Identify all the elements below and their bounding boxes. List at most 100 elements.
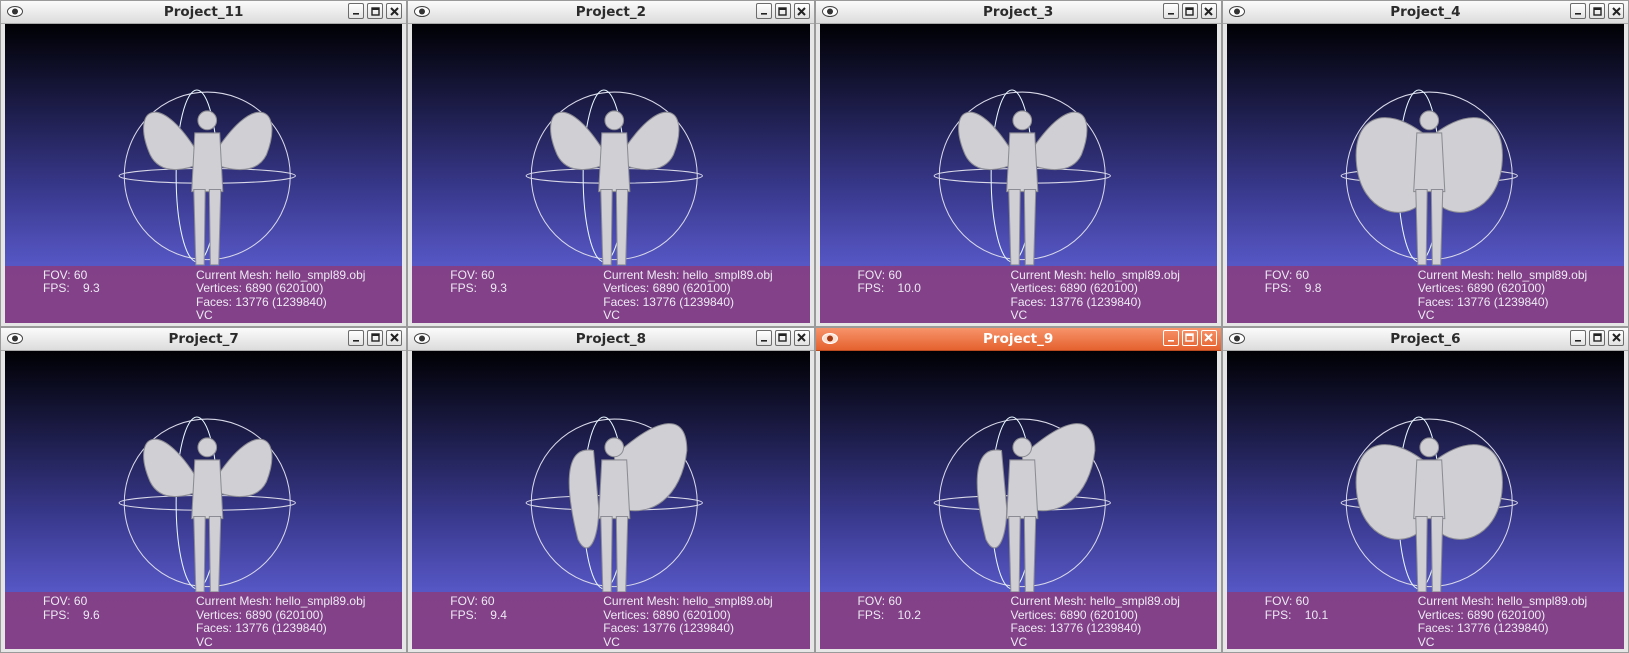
vertices-readout: Vertices: 6890 (620100) (1417, 607, 1546, 622)
3d-viewport[interactable]: FOV: 60 FPS: 9.8 Current Mesh: hello_smp… (1226, 24, 1624, 323)
meshlab-eye-icon[interactable] (1228, 332, 1245, 344)
3d-viewport[interactable]: FOV: 60 FPS: 9.3 Current Mesh: hello_smp… (412, 24, 810, 323)
meshlab-eye-icon[interactable] (1228, 6, 1245, 17)
maximize-button[interactable] (1181, 329, 1198, 346)
maximize-button[interactable] (367, 329, 384, 346)
mesh-leg-left (600, 515, 613, 592)
info-right: Current Mesh: hello_smpl89.obj Vertices:… (1417, 594, 1587, 649)
fps-readout: FPS: 9.4 (450, 607, 507, 623)
faces-readout: Faces: 13776 (1239840) (196, 294, 327, 309)
meshlab-eye-icon[interactable] (414, 6, 431, 17)
meshlab-eye-icon[interactable] (821, 332, 838, 344)
maximize-icon (371, 333, 380, 342)
window-title: Project_3 (983, 4, 1054, 20)
info-panel: FOV: 60 FPS: 9.6 Current Mesh: hello_smp… (5, 592, 403, 649)
minimize-button[interactable] (1570, 329, 1586, 346)
window-titlebar[interactable]: Project_2 (408, 1, 814, 24)
fps-label: FPS: (1264, 281, 1292, 295)
mesh-leg-left (193, 515, 206, 592)
maximize-icon (371, 6, 380, 16)
minimize-button[interactable] (1162, 329, 1179, 346)
window-titlebar[interactable]: Project_9 (815, 327, 1221, 351)
close-button[interactable] (1608, 329, 1624, 346)
vertices-readout: Vertices: 6890 (620100) (1417, 281, 1546, 295)
meshlab-eye-icon[interactable] (821, 6, 838, 17)
3d-viewport[interactable]: FOV: 60 FPS: 9.4 Current Mesh: hello_smp… (412, 350, 810, 649)
mesh-head (197, 110, 218, 131)
project-window[interactable]: Project_4 FOV: 60 FPS: 9.8 Current Mesh:… (1221, 0, 1629, 327)
close-button[interactable] (386, 329, 403, 346)
fps-value: 9.6 (83, 607, 100, 622)
fps-label: FPS: (857, 281, 885, 295)
close-button[interactable] (1608, 3, 1624, 19)
current-mesh-readout: Current Mesh: hello_smpl89.obj (196, 267, 366, 282)
mesh-wing-right (1433, 443, 1503, 540)
fov-readout: FOV: 60 (857, 594, 902, 608)
meshlab-eye-icon[interactable] (7, 6, 23, 17)
3d-viewport[interactable]: FOV: 60 FPS: 9.6 Current Mesh: hello_smp… (5, 350, 403, 649)
current-mesh-readout: Current Mesh: hello_smpl89.obj (603, 267, 773, 282)
mesh-head (1011, 436, 1032, 457)
project-window[interactable]: Project_6 FOV: 60 FPS: 10.1 Current Mesh… (1221, 326, 1629, 653)
vertices-readout: Vertices: 6890 (620100) (603, 281, 731, 295)
minimize-button[interactable] (1162, 3, 1179, 19)
mesh-leg-right (616, 188, 629, 266)
minimize-icon (1167, 334, 1175, 342)
project-window[interactable]: Project_11 FOV: 60 FPS: 9.3 Current Mesh… (0, 0, 408, 327)
mesh-head (1419, 110, 1439, 131)
maximize-button[interactable] (1181, 3, 1198, 19)
window-title: Project_8 (575, 330, 646, 347)
maximize-button[interactable] (367, 3, 384, 19)
fps-value: 10.1 (1304, 607, 1329, 622)
meshlab-eye-icon[interactable] (414, 332, 431, 344)
info-left: FOV: 60 FPS: 9.8 (1264, 267, 1322, 296)
3d-viewport[interactable]: FOV: 60 FPS: 9.3 Current Mesh: hello_smp… (5, 24, 403, 323)
project-window[interactable]: Project_2 FOV: 60 FPS: 9.3 Current Mesh:… (407, 0, 815, 327)
project-window[interactable]: Project_7 FOV: 60 FPS: 9.6 Current Mesh:… (0, 326, 408, 653)
info-right: Current Mesh: hello_smpl89.obj Vertices:… (196, 594, 365, 649)
window-titlebar[interactable]: Project_7 (1, 327, 407, 351)
maximize-button[interactable] (1589, 3, 1605, 19)
project-window[interactable]: Project_3 FOV: 60 FPS: 10.0 Current Mesh… (814, 0, 1222, 327)
close-button[interactable] (1200, 3, 1217, 19)
window-titlebar[interactable]: Project_8 (408, 327, 814, 351)
close-button[interactable] (793, 329, 810, 346)
fps-readout: FPS: 9.8 (1264, 281, 1322, 296)
minimize-button[interactable] (755, 329, 772, 346)
window-titlebar[interactable]: Project_6 (1222, 327, 1628, 351)
maximize-button[interactable] (1589, 329, 1605, 346)
fps-readout: FPS: 9.3 (43, 281, 100, 296)
fps-value: 9.3 (83, 281, 100, 295)
3d-viewport[interactable]: FOV: 60 FPS: 10.0 Current Mesh: hello_sm… (819, 24, 1217, 323)
3d-viewport[interactable]: FOV: 60 FPS: 10.1 Current Mesh: hello_sm… (1226, 350, 1624, 649)
close-button[interactable] (793, 3, 810, 19)
vc-readout: VC (1010, 634, 1028, 649)
window-titlebar[interactable]: Project_11 (1, 1, 407, 24)
minimize-button[interactable] (348, 3, 365, 19)
fps-label: FPS: (450, 607, 477, 622)
minimize-button[interactable] (755, 3, 772, 19)
minimize-button[interactable] (348, 329, 365, 346)
close-icon (797, 6, 806, 16)
project-window[interactable]: Project_8 FOV: 60 FPS: 9.4 Current Mesh:… (407, 326, 815, 653)
project-window[interactable]: Project_9 FOV: 60 FPS: 10.2 Current Mesh… (814, 326, 1222, 653)
fov-readout: FOV: 60 (43, 594, 88, 608)
window-titlebar[interactable]: Project_3 (815, 1, 1221, 24)
maximize-button[interactable] (774, 3, 791, 19)
info-panel: FOV: 60 FPS: 10.0 Current Mesh: hello_sm… (819, 265, 1217, 323)
minimize-button[interactable] (1570, 3, 1586, 19)
maximize-button[interactable] (774, 329, 791, 346)
minimize-icon (760, 7, 768, 15)
meshlab-eye-icon[interactable] (7, 332, 23, 344)
info-right: Current Mesh: hello_smpl89.obj Vertices:… (603, 267, 773, 323)
vertices-readout: Vertices: 6890 (620100) (196, 281, 324, 295)
info-panel: FOV: 60 FPS: 10.1 Current Mesh: hello_sm… (1226, 592, 1624, 649)
window-titlebar[interactable]: Project_4 (1222, 1, 1628, 24)
close-button[interactable] (386, 3, 403, 19)
fps-readout: FPS: 10.1 (1265, 607, 1329, 623)
mesh-head (604, 436, 625, 457)
fov-readout: FOV: 60 (1264, 267, 1309, 282)
3d-viewport[interactable]: FOV: 60 FPS: 10.2 Current Mesh: hello_sm… (819, 350, 1217, 649)
close-button[interactable] (1200, 329, 1217, 346)
vc-readout: VC (1417, 634, 1435, 649)
